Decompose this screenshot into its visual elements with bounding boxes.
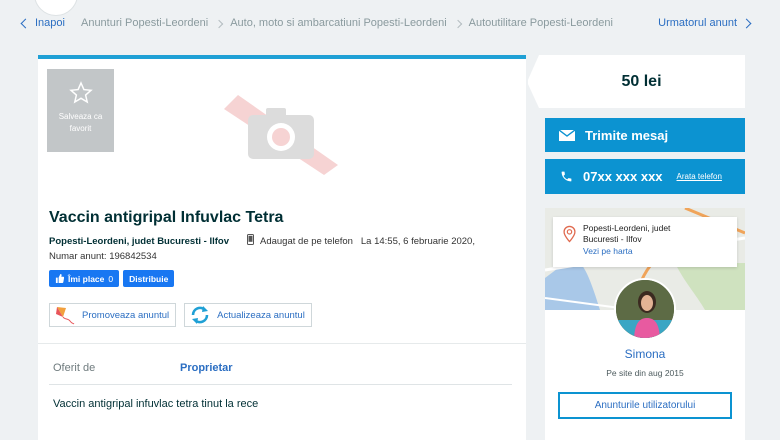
- phone-masked: 07xx xxx xxx: [583, 169, 663, 184]
- refresh-ad-button[interactable]: Actualizeaza anuntul: [184, 303, 312, 327]
- chevron-left-icon: [20, 18, 31, 28]
- chevron-right-icon: [214, 19, 224, 29]
- chevron-right-icon: [453, 19, 462, 29]
- map-location-label: Popesti-Leordeni, judet Bucuresti - Ilfo…: [553, 217, 737, 267]
- breadcrumb-item-vans[interactable]: Autoutilitare Popesti-Leordeni: [469, 17, 613, 29]
- offered-by-value[interactable]: Proprietar: [180, 362, 233, 374]
- refresh-ad-label: Actualizeaza anuntul: [217, 309, 305, 321]
- next-ad-label: Urmatorul anunt: [658, 17, 737, 29]
- kite-icon: [56, 307, 75, 325]
- user-photo: [616, 280, 674, 338]
- listing-added-info: Adaugat de pe telefon La 14:55, 6 februa…: [260, 235, 475, 247]
- map-location-line1: Popesti-Leordeni, judet: [583, 223, 671, 233]
- listing-card: Salveaza ca favorit Vaccin antigripal In…: [38, 55, 526, 440]
- member-since: Pe site din aug 2015: [606, 368, 684, 378]
- send-message-label: Trimite mesaj: [585, 127, 669, 143]
- avatar[interactable]: [614, 278, 676, 340]
- listing-location: Popesti-Leordeni, judet Bucuresti - Ilfo…: [49, 235, 229, 247]
- user-name[interactable]: Simona: [545, 347, 745, 361]
- back-label: Inapoi: [35, 17, 65, 29]
- listing-meta: Popesti-Leordeni, judet Bucuresti - Ilfo…: [49, 234, 475, 248]
- listing-description: Vaccin antigripal infuvlac tetra tinut l…: [53, 398, 259, 410]
- view-on-map-link[interactable]: Vezi pe harta: [583, 246, 729, 257]
- divider: [38, 343, 526, 344]
- user-ads-label: Anunturile utilizatorului: [594, 400, 696, 411]
- listing-actions: Promoveaza anuntul Actualizeaza anuntul: [49, 303, 312, 327]
- next-ad-link[interactable]: Urmatorul anunt: [658, 17, 752, 29]
- chevron-right-icon: [741, 18, 752, 28]
- promote-ad-label: Promoveaza anuntul: [82, 309, 170, 321]
- breadcrumb: Inapoi Anunturi Popesti-Leordeni Auto, m…: [20, 14, 752, 32]
- listing-title: Vaccin antigripal Infuvlac Tetra: [49, 209, 284, 226]
- send-message-button[interactable]: Trimite mesaj: [545, 118, 745, 152]
- breadcrumb-item-auto[interactable]: Auto, moto si ambarcatiuni Popesti-Leord…: [230, 17, 446, 29]
- promote-ad-button[interactable]: Promoveaza anuntul: [49, 303, 177, 327]
- refresh-icon: [191, 306, 209, 324]
- thumbs-up-icon: [55, 274, 64, 283]
- divider: [49, 384, 512, 385]
- user-card: Popesti-Leordeni, judet Bucuresti - Ilfo…: [545, 208, 745, 440]
- mobile-phone-icon: [247, 234, 254, 248]
- facebook-like-button[interactable]: Îmi place 0: [49, 270, 120, 287]
- save-favorite-button[interactable]: Salveaza ca favorit: [47, 69, 114, 152]
- like-count: 0: [108, 273, 114, 284]
- breadcrumb-separator: [214, 16, 224, 30]
- share-label: Distribuie: [129, 273, 169, 284]
- star-icon: [68, 81, 93, 104]
- user-ads-button[interactable]: Anunturile utilizatorului: [558, 392, 732, 419]
- offered-by-key: Oferit de: [53, 362, 96, 374]
- breadcrumb-separator: [453, 16, 462, 30]
- show-phone-button[interactable]: 07xx xxx xxx Arata telefon: [545, 159, 745, 194]
- map-location-line2: Bucuresti - Ilfov: [583, 234, 642, 244]
- save-favorite-label: Salveaza ca favorit: [58, 112, 103, 133]
- price: 50 lei: [621, 72, 662, 90]
- price-box: 50 lei: [527, 55, 745, 108]
- location-pin-icon: [563, 225, 576, 246]
- envelope-icon: [559, 129, 575, 141]
- back-link[interactable]: Inapoi: [20, 17, 65, 29]
- no-photo-placeholder-icon: [224, 95, 344, 175]
- offered-by-row: Oferit de Proprietar: [53, 362, 233, 374]
- breadcrumb-item-ads[interactable]: Anunturi Popesti-Leordeni: [81, 17, 208, 29]
- phone-icon: [561, 171, 572, 182]
- ad-number: Numar anunt: 196842534: [49, 251, 157, 262]
- facebook-share-button[interactable]: Distribuie: [123, 270, 175, 287]
- show-phone-link[interactable]: Arata telefon: [677, 172, 722, 181]
- social-buttons: Îmi place 0 Distribuie: [49, 270, 175, 287]
- like-label: Îmi place: [68, 273, 105, 284]
